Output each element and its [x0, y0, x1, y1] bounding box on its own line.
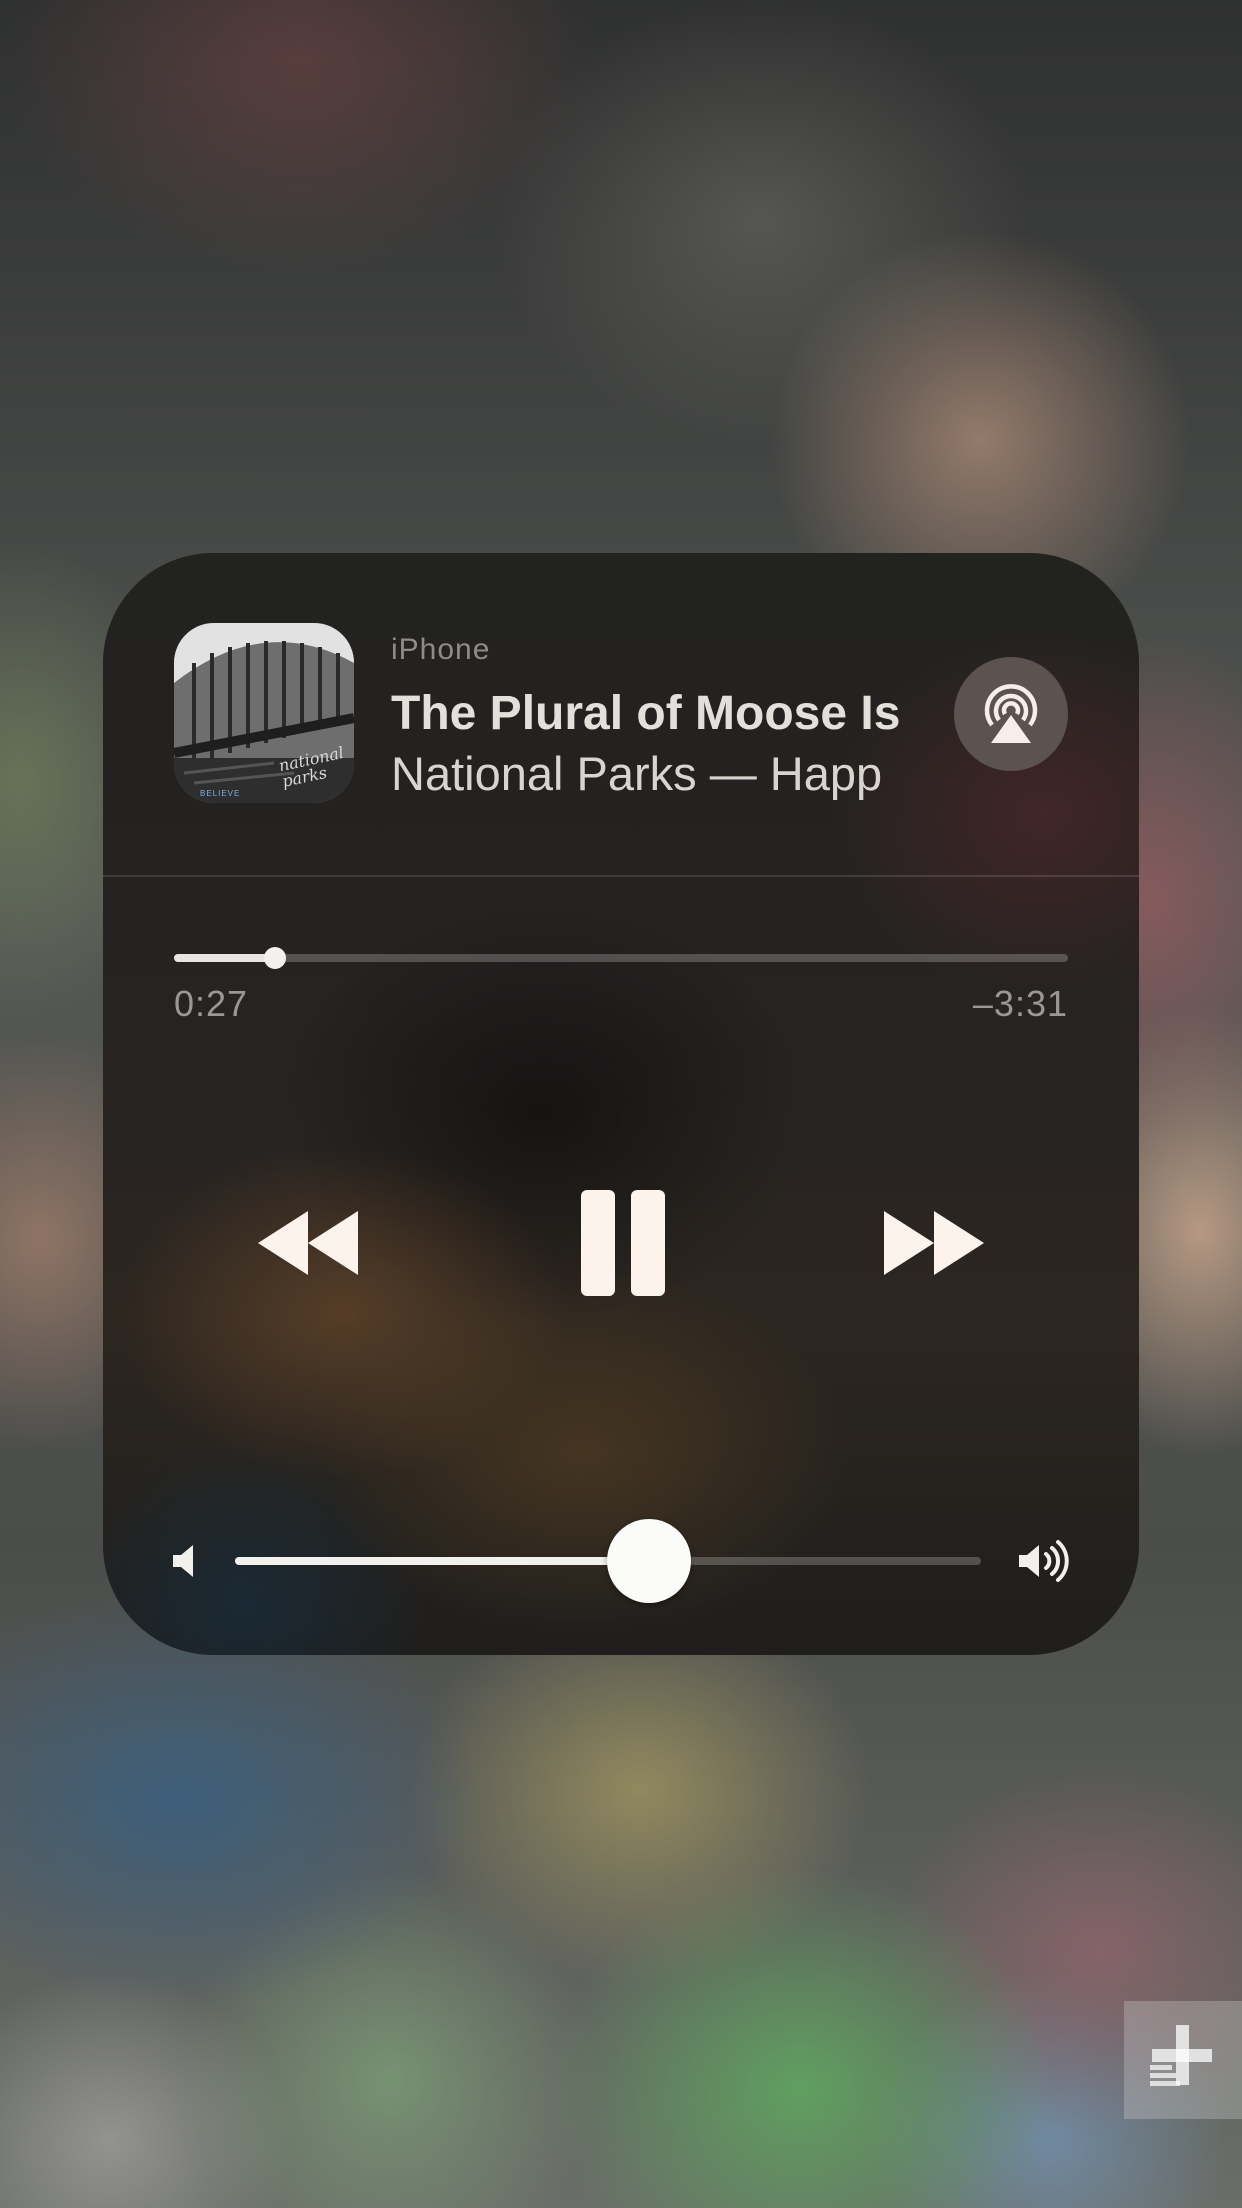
now-playing-card: national parks BELIEVE iPhone The Plural…	[103, 553, 1139, 1655]
song-title[interactable]: The Plural of Moose Is	[391, 686, 1021, 741]
artwork-badge-text: BELIEVE	[200, 789, 241, 798]
fast-forward-icon	[884, 1211, 984, 1275]
volume-slider-knob[interactable]	[607, 1519, 692, 1603]
airplay-button[interactable]	[954, 657, 1068, 771]
pause-button[interactable]	[558, 1183, 688, 1303]
plus-watermark-icon	[1150, 2025, 1212, 2086]
rewind-icon	[258, 1211, 358, 1275]
volume-slider-fill	[235, 1557, 650, 1565]
airplay-icon	[984, 684, 1038, 743]
playback-scrubber-knob[interactable]	[264, 947, 287, 969]
section-divider	[103, 875, 1139, 877]
artist-album-subtitle[interactable]: National Parks — Happ	[391, 746, 1021, 801]
pause-icon	[581, 1190, 665, 1296]
elapsed-time: 0:27	[174, 983, 249, 1024]
fast-forward-button[interactable]	[869, 1193, 999, 1293]
watermark-badge	[1124, 2001, 1242, 2119]
output-device-label: iPhone	[391, 633, 491, 666]
speaker-high-icon	[1019, 1540, 1069, 1582]
playback-scrubber[interactable]	[174, 947, 1068, 969]
remaining-time: –3:31	[972, 983, 1068, 1024]
rewind-button[interactable]	[243, 1193, 373, 1293]
album-artwork[interactable]: national parks BELIEVE	[174, 623, 354, 803]
volume-slider[interactable]	[235, 1519, 981, 1603]
speaker-low-icon	[173, 1545, 193, 1577]
playback-progress-fill	[174, 954, 276, 962]
